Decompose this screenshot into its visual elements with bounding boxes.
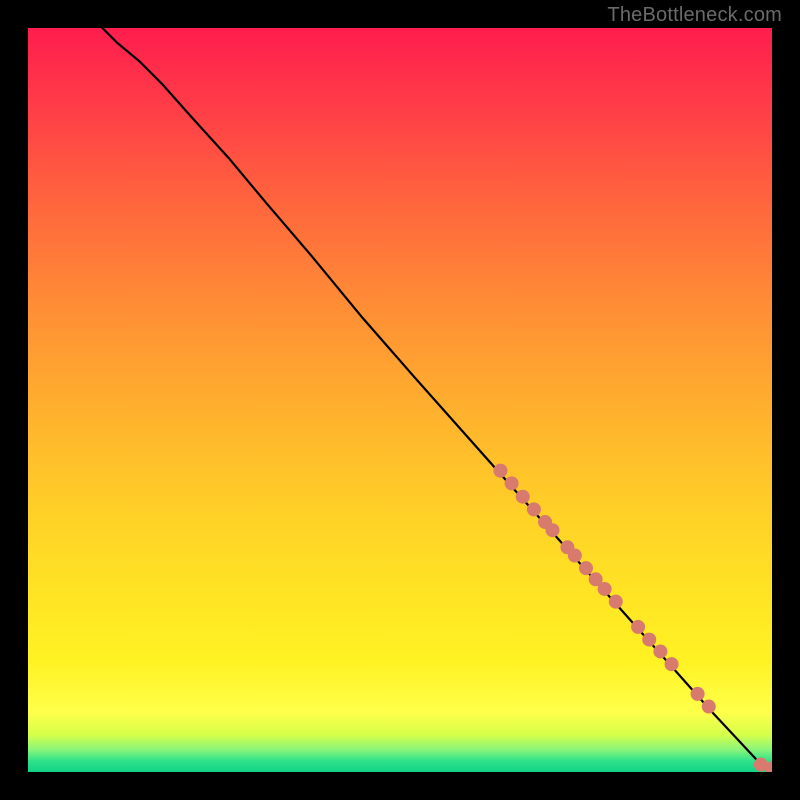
curve-line xyxy=(102,28,764,768)
data-point xyxy=(527,502,541,516)
data-point xyxy=(691,687,705,701)
data-point xyxy=(516,490,530,504)
data-point xyxy=(546,523,560,537)
data-point xyxy=(579,561,593,575)
data-point xyxy=(609,595,623,609)
data-point xyxy=(642,633,656,647)
chart-svg xyxy=(28,28,772,772)
data-point xyxy=(653,644,667,658)
plot-area xyxy=(28,28,772,772)
data-point xyxy=(702,700,716,714)
data-point xyxy=(505,476,519,490)
watermark-text: TheBottleneck.com xyxy=(607,4,782,27)
data-point xyxy=(493,464,507,478)
data-point xyxy=(665,657,679,671)
data-point xyxy=(631,620,645,634)
data-point xyxy=(568,549,582,563)
data-point xyxy=(598,582,612,596)
data-points-group xyxy=(493,464,772,772)
